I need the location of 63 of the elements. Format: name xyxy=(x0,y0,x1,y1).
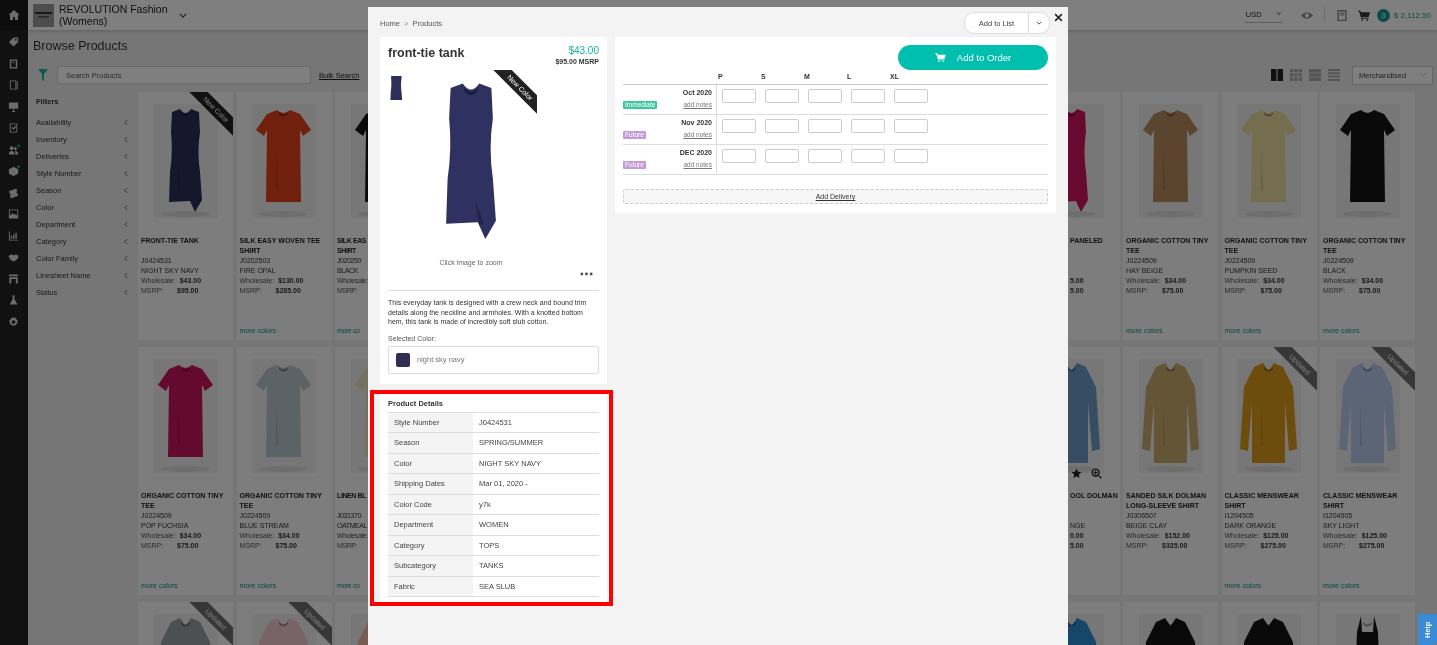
book-icon[interactable] xyxy=(8,79,20,91)
box-icon[interactable] xyxy=(8,165,20,177)
home-icon[interactable] xyxy=(8,9,20,21)
quantity-input[interactable] xyxy=(894,119,928,133)
chevron-left-icon xyxy=(124,289,128,296)
more-options-icon[interactable] xyxy=(580,272,593,276)
small-grid-view-icon[interactable] xyxy=(1290,69,1302,81)
add-to-order-button[interactable]: Add to Order xyxy=(898,45,1048,70)
document-icon[interactable] xyxy=(1335,9,1348,21)
close-button[interactable] xyxy=(1053,12,1064,23)
store-icon[interactable] xyxy=(8,272,20,285)
compact-list-view-icon[interactable] xyxy=(1328,69,1340,81)
logo-icon xyxy=(33,3,54,27)
filter-icon[interactable] xyxy=(38,69,48,81)
product-title: front-tie tank xyxy=(388,45,465,61)
zoom-in-icon[interactable] xyxy=(1091,468,1102,479)
checklist-icon[interactable] xyxy=(8,122,20,134)
eye-icon[interactable] xyxy=(1300,9,1313,21)
quantity-input[interactable] xyxy=(765,119,799,133)
chevron-left-icon xyxy=(124,170,128,177)
gallery-icon[interactable] xyxy=(8,208,20,220)
quantity-input[interactable] xyxy=(851,119,885,133)
chevron-left-icon xyxy=(124,136,128,143)
quantity-input[interactable] xyxy=(722,119,756,133)
catalog-icon[interactable] xyxy=(8,57,20,70)
quantity-input[interactable] xyxy=(722,89,756,103)
chevron-left-icon xyxy=(124,119,128,126)
quantity-input[interactable] xyxy=(851,89,885,103)
quantity-input[interactable] xyxy=(808,119,842,133)
brand-name: REVOLUTION Fashion (Womens) xyxy=(59,3,169,27)
chevron-left-icon xyxy=(124,272,128,279)
chevron-left-icon xyxy=(124,204,128,211)
settings-icon[interactable] xyxy=(8,315,20,328)
quantity-input[interactable] xyxy=(765,89,799,103)
page-title: Browse Products xyxy=(33,38,128,54)
quantity-input[interactable] xyxy=(722,149,756,163)
caret-icon xyxy=(1036,21,1042,25)
handshake-icon[interactable] xyxy=(8,251,20,263)
cart-total: $ 2,112.50 xyxy=(1393,10,1431,20)
users-icon[interactable] xyxy=(8,143,20,156)
cart-icon[interactable] xyxy=(1357,9,1370,21)
flask-icon[interactable] xyxy=(8,294,20,306)
chevron-down-icon[interactable] xyxy=(179,12,187,18)
quantity-input[interactable] xyxy=(851,149,885,163)
chevron-left-icon xyxy=(124,187,128,194)
cart-icon xyxy=(934,53,946,62)
quantity-input[interactable] xyxy=(808,149,842,163)
quantity-input[interactable] xyxy=(894,149,928,163)
quantity-input[interactable] xyxy=(894,89,928,103)
tickets-icon[interactable] xyxy=(8,186,20,199)
chart-icon[interactable] xyxy=(8,229,20,242)
chevron-left-icon xyxy=(124,221,128,228)
chevron-left-icon xyxy=(124,153,128,160)
tag-icon[interactable] xyxy=(8,36,20,48)
star-icon[interactable] xyxy=(1071,468,1082,479)
presentation-icon[interactable] xyxy=(8,100,20,113)
quantity-input[interactable] xyxy=(765,149,799,163)
chevron-left-icon xyxy=(124,238,128,245)
large-grid-view-icon[interactable] xyxy=(1271,69,1283,81)
list-view-icon[interactable] xyxy=(1309,69,1321,81)
product-price: $43.00 xyxy=(567,45,599,57)
chevron-left-icon xyxy=(124,255,128,262)
quantity-input[interactable] xyxy=(808,89,842,103)
